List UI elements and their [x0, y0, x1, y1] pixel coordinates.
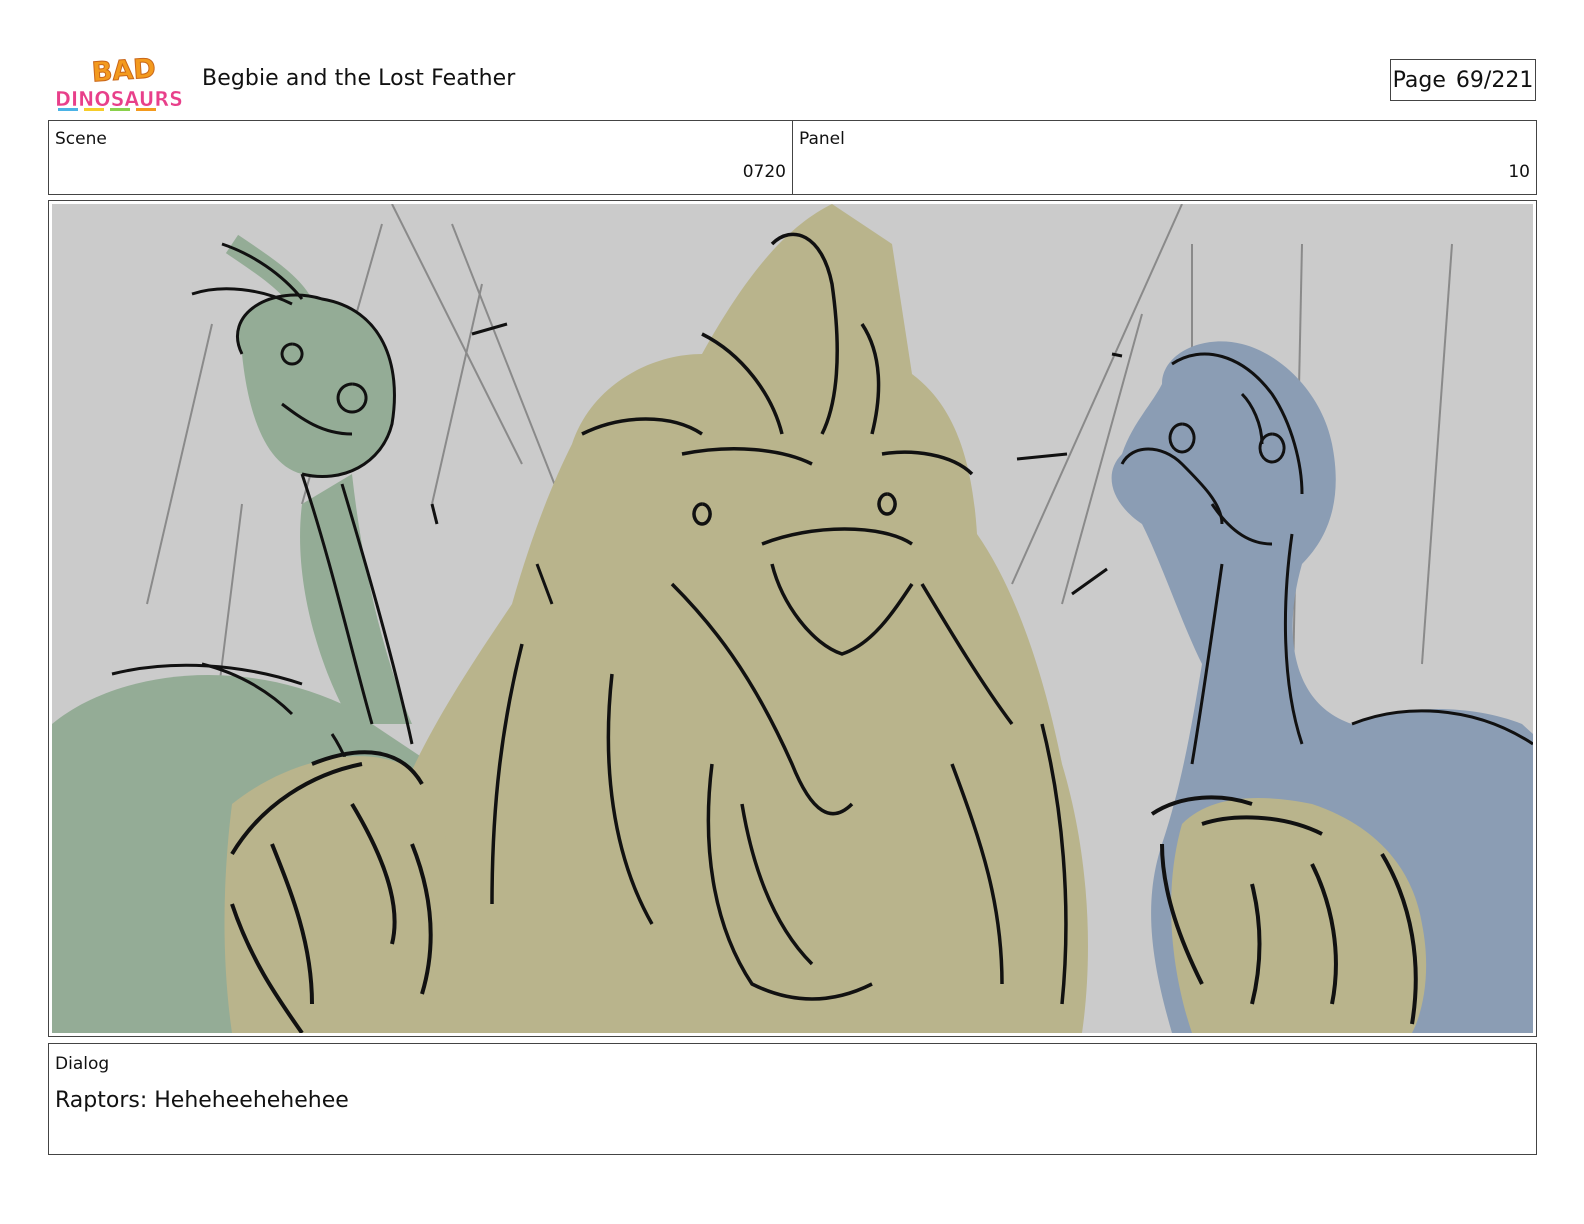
panel-value: 10: [1508, 162, 1530, 182]
dialog-label: Dialog: [55, 1054, 110, 1074]
dialog-box: Dialog Raptors: Heheheehehehee: [48, 1043, 1537, 1155]
page-label: Page: [1392, 67, 1446, 93]
panel-label: Panel: [799, 129, 845, 149]
storyboard-title: Begbie and the Lost Feather: [202, 66, 516, 91]
scene-label: Scene: [55, 129, 107, 149]
left-raptor-hand: [224, 750, 449, 1033]
page-indicator: Page 69/221: [1390, 59, 1536, 101]
dialog-text: Raptors: Heheheehehehee: [55, 1088, 349, 1113]
storyboard-panel-illustration: [52, 204, 1533, 1033]
bad-dinosaurs-logo: BAD DINOSAURS: [55, 54, 184, 112]
logo-word-dinosaurs: DINOSAURS: [55, 87, 184, 112]
scene-cell: Scene 0720: [49, 121, 792, 194]
page-number: 69/221: [1455, 67, 1534, 93]
panel-cell: Panel 10: [792, 121, 1536, 194]
scene-panel-row: Scene 0720 Panel 10: [48, 120, 1537, 195]
scene-value: 0720: [742, 162, 786, 182]
svg-text:DINOSAURS: DINOSAURS: [55, 87, 183, 111]
logo-word-bad: BAD: [91, 54, 157, 89]
